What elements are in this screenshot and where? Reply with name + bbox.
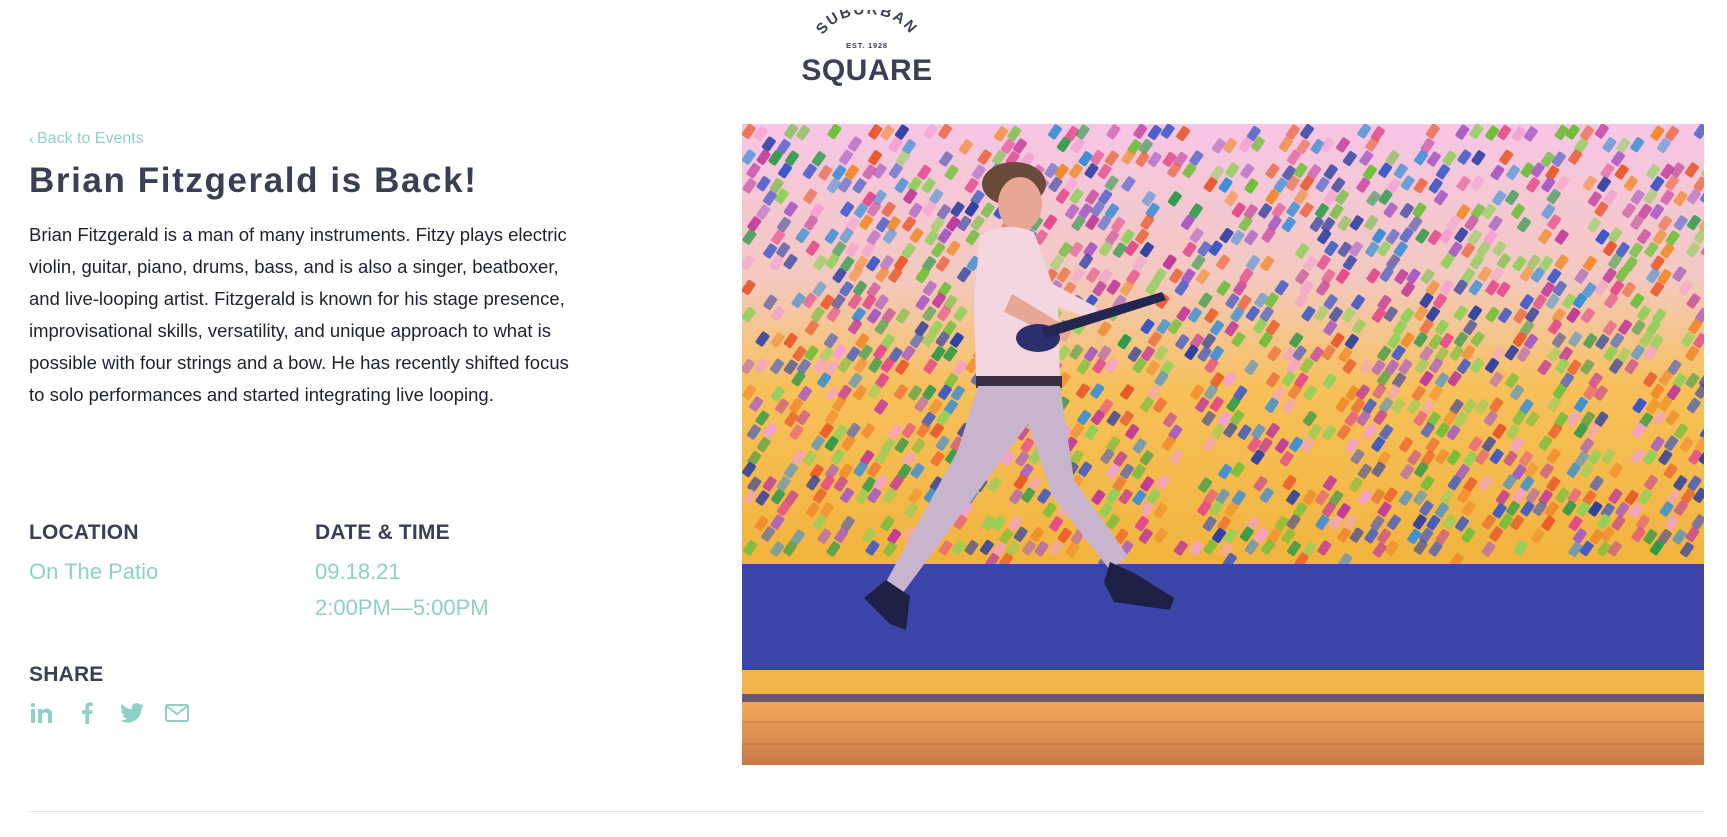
logo-name: SQUARE xyxy=(801,54,932,87)
twitter-icon[interactable] xyxy=(119,700,145,726)
linkedin-icon[interactable] xyxy=(29,700,55,726)
location-label: LOCATION xyxy=(29,521,139,544)
event-hero-image xyxy=(742,124,1704,765)
location-value: On The Patio xyxy=(29,559,159,584)
chevron-left-icon: ‹ xyxy=(29,130,34,148)
section-divider xyxy=(29,811,1704,812)
event-time: 2:00PM—5:00PM xyxy=(315,595,489,620)
event-title: Brian Fitzgerald is Back! xyxy=(29,161,478,200)
site-logo[interactable]: SUBURBAN EST. 1928 SQUARE xyxy=(797,10,937,92)
share-label: SHARE xyxy=(29,663,104,686)
back-link-label: Back to Events xyxy=(37,130,144,147)
event-date: 09.18.21 xyxy=(315,559,401,584)
event-description: Brian Fitzgerald is a man of many instru… xyxy=(29,224,569,405)
share-icons xyxy=(29,700,190,726)
back-to-events-link[interactable]: ‹ Back to Events xyxy=(29,130,144,148)
email-icon[interactable] xyxy=(164,700,190,726)
logo-est-text: EST. 1928 xyxy=(846,41,888,50)
datetime-label: DATE & TIME xyxy=(315,521,450,544)
logo-arc-text: SUBURBAN xyxy=(813,10,921,38)
facebook-icon[interactable] xyxy=(74,700,100,726)
